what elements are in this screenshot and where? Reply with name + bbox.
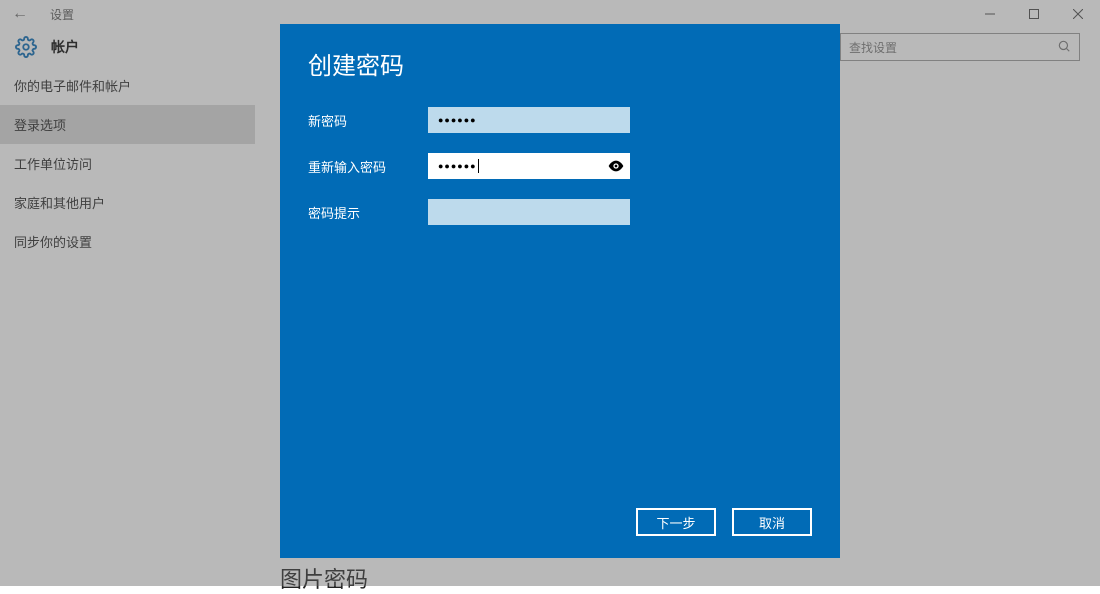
next-button[interactable]: 下一步 [636, 508, 716, 536]
cancel-button[interactable]: 取消 [732, 508, 812, 536]
confirm-password-input[interactable]: ●●●●●● [428, 153, 630, 179]
dialog-footer: 下一步 取消 [308, 508, 812, 536]
reveal-password-icon[interactable] [608, 160, 624, 172]
password-hint-label: 密码提示 [308, 203, 428, 222]
confirm-password-label: 重新输入密码 [308, 157, 428, 176]
text-caret [478, 159, 479, 173]
new-password-label: 新密码 [308, 111, 428, 130]
create-password-dialog: 创建密码 新密码 ●●●●●● 重新输入密码 ●●●●●● 密码提示 下一步 取… [280, 24, 840, 558]
new-password-input[interactable]: ●●●●●● [428, 107, 630, 133]
dialog-title: 创建密码 [308, 46, 812, 81]
password-hint-input[interactable] [428, 199, 630, 225]
